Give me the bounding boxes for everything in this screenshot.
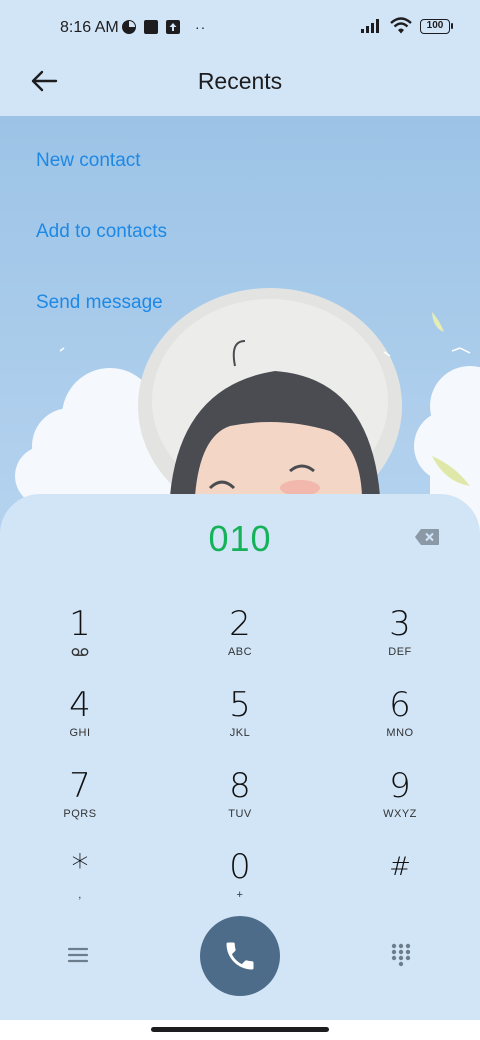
key-1[interactable]: 1	[20, 604, 140, 680]
key-0[interactable]: 0 +	[180, 847, 300, 923]
app-header: Recents	[0, 56, 480, 116]
key-letters: +	[236, 889, 244, 901]
call-button[interactable]	[200, 916, 280, 996]
key-7[interactable]: 7 PQRS	[20, 766, 140, 842]
wifi-icon	[390, 17, 412, 34]
dialpad-icon[interactable]	[390, 942, 412, 968]
system-icons: 100	[360, 17, 453, 35]
send-message-link[interactable]: Send message	[36, 292, 163, 314]
key-letters: ABC	[227, 646, 253, 658]
key-2[interactable]: 2 ABC	[180, 604, 300, 680]
menu-icon[interactable]	[66, 944, 90, 966]
key-digit: 2	[229, 604, 251, 644]
page-title: Recents	[197, 68, 283, 94]
key-digit: #	[389, 852, 411, 882]
dialed-number: 010	[208, 518, 272, 559]
key-5[interactable]: 5 JKL	[180, 685, 300, 761]
key-6[interactable]: 6 MNO	[340, 685, 460, 761]
key-digit: 0	[229, 847, 251, 887]
key-digit: 7	[69, 766, 91, 806]
upload-icon	[166, 20, 180, 34]
more-notifications: ··	[195, 19, 207, 35]
key-4[interactable]: 4 GHI	[20, 685, 140, 761]
dialer-panel: 010 1 2 ABC 3 DEF 4 GHI 5 JKL 6 MNO 7 PQ…	[0, 494, 480, 1020]
key-digit: 1	[69, 604, 91, 644]
key-star[interactable]: * ,	[20, 847, 140, 923]
battery-icon: 100	[420, 18, 453, 34]
key-letters: MNO	[386, 727, 414, 739]
key-8[interactable]: 8 TUV	[180, 766, 300, 842]
status-time: 8:16 AM	[60, 19, 119, 36]
add-to-contacts-link[interactable]: Add to contacts	[36, 221, 167, 243]
key-digit: 5	[229, 685, 251, 725]
new-contact-link[interactable]: New contact	[36, 150, 141, 172]
notification-icons: ··	[121, 19, 206, 35]
wallpaper-illustration	[0, 116, 480, 536]
phone-icon	[226, 942, 254, 970]
key-letters: PQRS	[63, 808, 97, 820]
key-3[interactable]: 3 DEF	[340, 604, 460, 680]
key-9[interactable]: 9 WXYZ	[340, 766, 460, 842]
key-digit: *	[71, 847, 89, 887]
key-digit: 4	[69, 685, 91, 725]
key-digit: 3	[389, 604, 411, 644]
backspace-icon[interactable]	[414, 528, 440, 546]
key-letters: GHI	[69, 727, 91, 739]
key-digit: 9	[389, 766, 411, 806]
key-digit: 6	[389, 685, 411, 725]
voicemail-icon	[71, 648, 89, 656]
key-letters: WXYZ	[383, 808, 417, 820]
key-letters: TUV	[228, 808, 252, 820]
key-digit: 8	[229, 766, 251, 806]
key-letters: ,	[78, 889, 82, 901]
key-letters: JKL	[229, 727, 251, 739]
key-hash[interactable]: #	[340, 847, 460, 923]
home-indicator[interactable]	[151, 1027, 329, 1032]
square-icon	[144, 20, 158, 34]
game-icon	[122, 20, 136, 34]
key-letters: DEF	[388, 646, 412, 658]
status-bar: 8:16 AM ·· 100	[0, 0, 480, 56]
dialer-actions	[0, 914, 480, 1004]
signal-icon	[361, 19, 379, 33]
